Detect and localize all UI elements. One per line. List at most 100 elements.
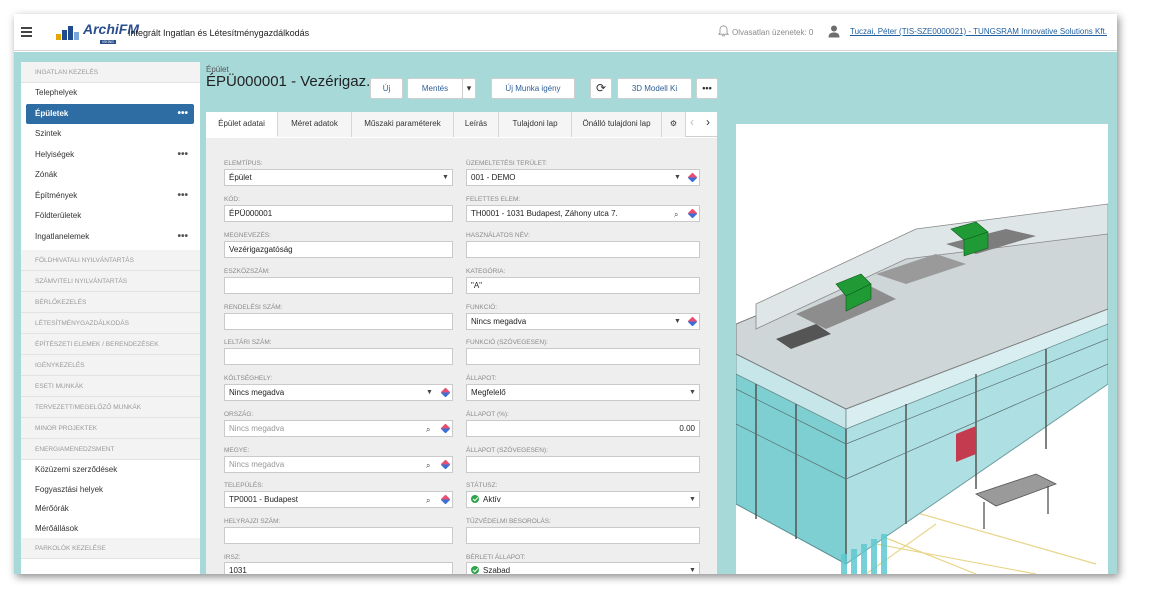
tab-meret-adatok[interactable]: Méret adatok [278, 112, 352, 137]
code-field[interactable]: ÉPÜ000001 [224, 205, 453, 222]
rental-status-select[interactable]: Szabad ▼ [466, 562, 700, 574]
save-button[interactable]: Mentés [407, 78, 463, 99]
new-work-request-button[interactable]: Új Munka igény [491, 78, 575, 99]
sidebar-section[interactable]: Bérlőkezelés [21, 292, 200, 313]
search-icon[interactable]: ⌕ [674, 207, 678, 221]
sidebar-section[interactable]: Igénykezelés [21, 355, 200, 376]
save-dropdown-icon[interactable]: ▾ [462, 78, 476, 99]
app-title: Integrált Ingatlan és Létesítménygazdálk… [128, 28, 310, 38]
notifications-text[interactable]: Olvasatlan üzenetek: 0 [732, 28, 813, 37]
condition-select[interactable]: Megfelelő ▼ [466, 384, 700, 401]
eraser-icon[interactable] [687, 316, 698, 327]
sidebar-item-zonak[interactable]: Zónák [21, 165, 200, 186]
sidebar-item-telephelyek[interactable]: Telephelyek [21, 83, 200, 104]
eraser-icon[interactable] [687, 208, 698, 219]
sidebar-item-epitmenyek[interactable]: Építmények ••• [21, 186, 200, 207]
tab-onallo-tulajdoni-lap[interactable]: Önálló tulajdoni lap [572, 112, 662, 137]
sidebar-item-meroallasok[interactable]: Mérőállások [21, 519, 200, 539]
tab-tulajdoni-lap[interactable]: Tulajdoni lap [499, 112, 572, 137]
postal-code-field[interactable]: 1031 [224, 562, 453, 574]
refresh-icon[interactable]: ⟳ [590, 78, 612, 99]
archifm-logo: ArchiFM VIKING [56, 20, 139, 44]
eraser-icon[interactable] [440, 423, 451, 434]
menu-icon[interactable] [21, 27, 32, 37]
tab-muszaki-parameterek[interactable]: Műszaki paraméterek [352, 112, 454, 137]
field-label: Funkció (szövegesen): [466, 339, 548, 346]
tab-next-icon[interactable]: › [706, 115, 710, 129]
new-button[interactable]: Új [370, 78, 403, 99]
sidebar-section[interactable]: Számviteli nyilvántartás [21, 271, 200, 292]
sidebar-section-ingatlan[interactable]: Ingatlan kezelés [21, 62, 200, 83]
settlement-field[interactable]: TP0001 - Budapest ⌕ [224, 491, 453, 508]
common-name-field[interactable] [466, 241, 700, 258]
sidebar-item-foldteruletek[interactable]: Földterületek [21, 206, 200, 227]
sidebar-section[interactable]: Létesítménygazdálkodás [21, 313, 200, 334]
more-icon[interactable]: ••• [177, 145, 188, 166]
sidebar-item-helyisegek[interactable]: Helyiségek ••• [21, 145, 200, 166]
operation-area-select[interactable]: 001 - DEMO ▼ [466, 169, 700, 186]
sidebar-item-szintek[interactable]: Szintek [21, 124, 200, 145]
more-icon[interactable]: ••• [177, 186, 188, 207]
sidebar-section[interactable]: Energiamenedzsment [21, 439, 200, 460]
more-icon[interactable]: ••• [177, 227, 188, 248]
county-field[interactable]: Nincs megadva ⌕ [224, 456, 453, 473]
tab-settings-icon[interactable]: ⚙ [662, 112, 686, 137]
sidebar-item-kozuzemi[interactable]: Közüzemi szerződések [21, 460, 200, 480]
more-icon[interactable]: ••• [177, 104, 188, 125]
sidebar-section[interactable]: Parkolók kezelése [21, 538, 200, 559]
field-label: Rendelési szám: [224, 304, 283, 311]
eraser-icon[interactable] [440, 494, 451, 505]
eraser-icon[interactable] [440, 387, 451, 398]
sidebar-section[interactable]: Földhivatali nyilvántartás [21, 250, 200, 271]
status-select[interactable]: Aktív ▼ [466, 491, 700, 508]
sidebar-item-label: Telephelyek [35, 88, 78, 97]
3d-model-toggle-button[interactable]: 3D Modell Ki [617, 78, 692, 99]
search-icon[interactable]: ⌕ [426, 458, 430, 472]
field-label: Állapot (%): [466, 411, 509, 418]
sidebar-section[interactable]: Tervezett/megelőző munkák [21, 397, 200, 418]
sidebar-section[interactable]: Minor projektek [21, 418, 200, 439]
more-actions-icon[interactable]: ••• [696, 78, 718, 99]
tab-leiras[interactable]: Leírás [454, 112, 499, 137]
bell-icon[interactable] [717, 24, 730, 38]
function-select[interactable]: Nincs megadva ▼ [466, 313, 700, 330]
order-number-field[interactable] [224, 313, 453, 330]
sidebar-item-fogyasztasi[interactable]: Fogyasztási helyek [21, 480, 200, 500]
eraser-icon[interactable] [687, 172, 698, 183]
3d-model-viewer[interactable] [736, 124, 1108, 574]
sidebar-item-meroorak[interactable]: Mérőórák [21, 499, 200, 519]
search-icon[interactable]: ⌕ [426, 493, 430, 507]
tab-bar: Épület adatai Méret adatok Műszaki param… [206, 112, 717, 137]
parent-element-field[interactable]: TH0001 - 1031 Budapest, Záhony utca 7. ⌕ [466, 205, 700, 222]
sidebar-item-ingatlanelemek[interactable]: Ingatlanelemek ••• [21, 227, 200, 248]
condition-text-field[interactable] [466, 456, 700, 473]
function-text-field[interactable] [466, 348, 700, 365]
condition-percent-field[interactable]: 0.00 [466, 420, 700, 437]
sidebar-item-epuletek[interactable]: Épületek ••• [26, 103, 194, 125]
field-value: TP0001 - Budapest [229, 495, 298, 504]
caret-down-icon: ▼ [426, 389, 433, 396]
user-link[interactable]: Tuczai, Péter (TIS-SZE0000021) - TUNGSRA… [850, 27, 1107, 36]
field-label: Kód: [224, 196, 240, 203]
category-field[interactable]: "A" [466, 277, 700, 294]
country-field[interactable]: Nincs megadva ⌕ [224, 420, 453, 437]
sidebar-section[interactable]: Építészeti elemek / berendezések [21, 334, 200, 355]
inventory-number-field[interactable] [224, 348, 453, 365]
field-value: 1031 [229, 566, 247, 574]
fire-classification-field[interactable] [466, 527, 700, 544]
sidebar-item-label: Zónák [35, 170, 58, 179]
element-type-select[interactable]: Épület ▼ [224, 169, 453, 186]
cost-center-select[interactable]: Nincs megadva ▼ [224, 384, 453, 401]
asset-number-field[interactable] [224, 277, 453, 294]
parcel-number-field[interactable] [224, 527, 453, 544]
field-label: Eszközszám: [224, 268, 270, 275]
caret-down-icon: ▼ [674, 318, 681, 325]
tab-epulet-adatai[interactable]: Épület adatai [206, 112, 278, 137]
sidebar-item-label: Mérőórák [35, 504, 69, 513]
eraser-icon[interactable] [440, 459, 451, 470]
tab-prev-icon[interactable]: ‹ [690, 115, 694, 129]
name-field[interactable]: Vezérigazgatóság [224, 241, 453, 258]
search-icon[interactable]: ⌕ [426, 422, 430, 436]
field-value: Vezérigazgatóság [229, 245, 293, 254]
sidebar-section[interactable]: Eseti munkák [21, 376, 200, 397]
